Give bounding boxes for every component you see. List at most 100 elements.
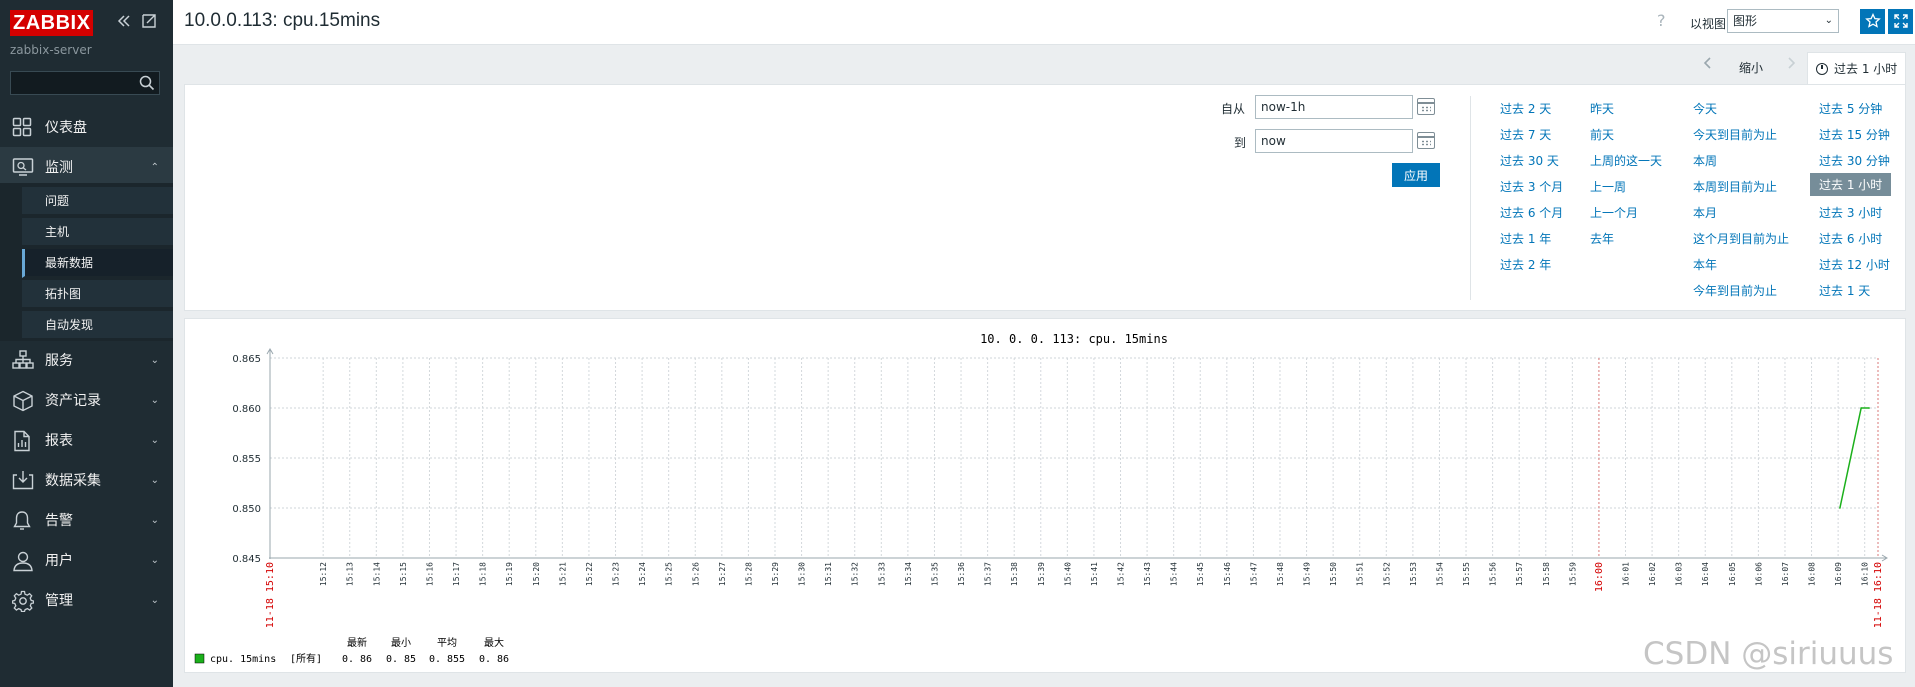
x-tick-label: 16:08 xyxy=(1808,562,1817,586)
legend-swatch xyxy=(194,653,205,664)
submenu-discovery[interactable]: 自动发现 xyxy=(22,311,173,340)
legend-value: 0. 86 xyxy=(342,654,372,665)
search-icon[interactable] xyxy=(139,75,155,95)
collapse-sidebar-icon[interactable] xyxy=(116,13,132,29)
help-icon[interactable]: ? xyxy=(1657,11,1666,30)
submenu-hosts[interactable]: 主机 xyxy=(22,218,173,247)
menu-reports[interactable]: 报表 ⌄ xyxy=(0,420,173,460)
legend-value: 0. 86 xyxy=(479,654,509,665)
x-tick-label: 15:26 xyxy=(691,562,700,586)
chevron-down-icon: ⌄ xyxy=(150,594,159,606)
zabbix-logo[interactable]: ZABBIX xyxy=(10,10,94,36)
star-icon xyxy=(1864,12,1881,28)
submenu-maps[interactable]: 拓扑图 xyxy=(22,280,173,309)
quick-range-link[interactable]: 过去 7 天 xyxy=(1500,126,1551,143)
x-tick-label: 15:47 xyxy=(1249,562,1258,586)
x-tick-label: 11-18 16:10 xyxy=(1873,562,1884,628)
to-input[interactable] xyxy=(1255,129,1413,153)
menu-inventory[interactable]: 资产记录 ⌄ xyxy=(0,380,173,420)
time-period-tab[interactable]: 过去 1 小时 xyxy=(1807,52,1906,84)
quick-range-link[interactable]: 过去 2 年 xyxy=(1500,256,1551,273)
dashboard-icon xyxy=(12,117,34,139)
x-tick-label: 15:16 xyxy=(425,562,434,586)
x-tick-label: 15:59 xyxy=(1568,562,1577,586)
apply-button[interactable]: 应用 xyxy=(1392,163,1440,187)
y-tick-label: 0.850 xyxy=(232,504,261,515)
sidebar-search[interactable] xyxy=(10,71,160,95)
x-tick-label: 16:06 xyxy=(1754,562,1763,586)
view-as-select[interactable]: 图形 ⌄ xyxy=(1727,9,1839,33)
from-input[interactable] xyxy=(1255,95,1413,119)
quick-range-link[interactable]: 上一个月 xyxy=(1590,204,1638,221)
sidebar: ZABBIX zabbix-server 仪表盘 监测 ⌃ 问题 主机 最新数据… xyxy=(0,0,173,687)
quick-range-link[interactable]: 过去 6 小时 xyxy=(1819,230,1882,247)
x-tick-label: 15:43 xyxy=(1143,562,1152,586)
quick-range-link[interactable]: 去年 xyxy=(1590,230,1614,247)
x-tick-label: 15:31 xyxy=(824,562,833,586)
menu-services[interactable]: 服务 ⌄ xyxy=(0,340,173,380)
x-tick-label: 15:50 xyxy=(1329,562,1338,586)
menu-alerts[interactable]: 告警 ⌄ xyxy=(0,500,173,540)
x-tick-label: 15:51 xyxy=(1356,562,1365,586)
menu-data-collection[interactable]: 数据采集 ⌄ xyxy=(0,460,173,500)
x-tick-label: 15:46 xyxy=(1223,562,1232,586)
quick-range-link[interactable]: 过去 3 小时 xyxy=(1819,204,1882,221)
time-filter-panel xyxy=(184,84,1906,311)
menu-users[interactable]: 用户 ⌄ xyxy=(0,540,173,580)
zoom-out-button[interactable]: 缩小 xyxy=(1739,59,1763,76)
quick-range-link[interactable]: 本年 xyxy=(1693,256,1717,273)
quick-range-link[interactable]: 今年到目前为止 xyxy=(1693,282,1777,299)
quick-range-link[interactable]: 本周到目前为止 xyxy=(1693,178,1777,195)
submenu-problems[interactable]: 问题 xyxy=(22,187,173,216)
previous-period-icon[interactable] xyxy=(1703,56,1713,74)
next-period-icon[interactable] xyxy=(1786,56,1796,74)
quick-range-link[interactable]: 上周的这一天 xyxy=(1590,152,1662,169)
submenu-latest-data[interactable]: 最新数据 xyxy=(22,249,173,278)
view-as-label: 以视图 xyxy=(1690,17,1727,31)
x-tick-label: 15:30 xyxy=(798,562,807,586)
y-tick-label: 0.865 xyxy=(232,354,261,365)
menu-dashboard[interactable]: 仪表盘 xyxy=(0,107,173,147)
quick-range-link[interactable]: 今天到目前为止 xyxy=(1693,126,1777,143)
kiosk-mode-icon[interactable] xyxy=(141,13,157,29)
quick-range-link[interactable]: 昨天 xyxy=(1590,100,1614,117)
x-tick-label: 16:09 xyxy=(1834,562,1843,586)
quick-range-link[interactable]: 今天 xyxy=(1693,100,1717,117)
gear-icon xyxy=(11,590,35,613)
quick-range-link[interactable]: 过去 5 分钟 xyxy=(1819,100,1882,117)
x-tick-label: 15:14 xyxy=(372,562,381,586)
quick-range-link[interactable]: 本周 xyxy=(1693,152,1717,169)
x-tick-label: 15:42 xyxy=(1117,562,1126,586)
quick-range-link[interactable]: 本月 xyxy=(1693,204,1717,221)
view-as-value: 图形 xyxy=(1733,14,1758,28)
quick-range-link[interactable]: 过去 30 天 xyxy=(1500,152,1559,169)
x-tick-label: 15:23 xyxy=(612,562,621,586)
calendar-icon[interactable] xyxy=(1417,132,1435,149)
x-tick-label: 15:44 xyxy=(1170,562,1179,586)
quick-range-link[interactable]: 前天 xyxy=(1590,126,1614,143)
quick-range-link-selected[interactable]: 过去 1 小时 xyxy=(1810,173,1892,196)
x-tick-label: 15:19 xyxy=(505,562,514,586)
menu-monitoring[interactable]: 监测 ⌃ xyxy=(0,147,173,187)
quick-range-link[interactable]: 过去 2 天 xyxy=(1500,100,1551,117)
legend-header: 最新 xyxy=(347,636,367,649)
menu-administration[interactable]: 管理 ⌄ xyxy=(0,580,173,620)
legend-header: 平均 xyxy=(437,637,457,649)
quick-range-link[interactable]: 过去 6 个月 xyxy=(1500,204,1563,221)
quick-range-link[interactable]: 过去 12 小时 xyxy=(1819,256,1890,273)
quick-range-link[interactable]: 过去 1 天 xyxy=(1819,282,1870,299)
favorite-button[interactable] xyxy=(1860,9,1885,34)
calendar-icon[interactable] xyxy=(1417,98,1435,115)
x-tick-label: 15:32 xyxy=(851,562,860,586)
quick-range-link[interactable]: 过去 1 年 xyxy=(1500,230,1551,247)
x-tick-label: 15:34 xyxy=(904,562,913,586)
x-tick-label: 16:05 xyxy=(1728,562,1737,586)
cpu-graph[interactable]: 10. 0. 0. 113: cpu. 15mins 0.845 0.850 0.85… xyxy=(185,319,1907,674)
fullscreen-button[interactable] xyxy=(1888,9,1913,34)
quick-range-link[interactable]: 过去 15 分钟 xyxy=(1819,126,1890,143)
quick-range-link[interactable]: 这个月到目前为止 xyxy=(1693,230,1789,247)
quick-range-link[interactable]: 上一周 xyxy=(1590,178,1626,195)
quick-range-link[interactable]: 过去 3 个月 xyxy=(1500,178,1563,195)
quick-range-link[interactable]: 过去 30 分钟 xyxy=(1819,152,1890,169)
search-input[interactable] xyxy=(11,72,133,94)
